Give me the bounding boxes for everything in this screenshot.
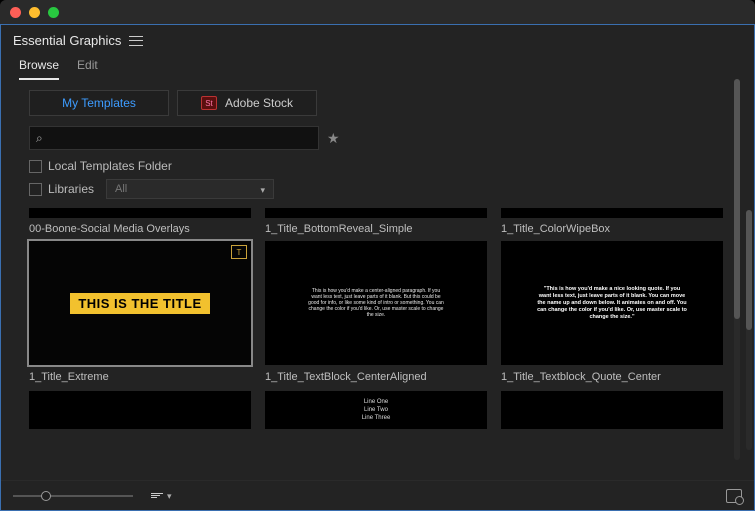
folder-strip[interactable] [29,208,251,218]
grid-scrollbar[interactable] [746,210,752,450]
local-folder-row: Local Templates Folder [1,156,754,176]
source-tabs: My Templates St Adobe Stock [1,80,754,122]
search-row: ⌕ ★ [1,122,754,156]
template-thumb-extreme[interactable]: T THIS IS THE TITLE [29,241,251,365]
subtab-my-templates-label: My Templates [62,96,136,110]
folder-label: 00-Boone-Social Media Overlays [29,220,251,239]
thumb-preview-text: THIS IS THE TITLE [70,293,209,314]
sort-icon [151,493,163,498]
sort-button[interactable]: ▾ [151,490,172,501]
chevron-down-icon: ▾ [167,491,172,502]
panel-scrollbar[interactable] [734,79,740,460]
panel-title: Essential Graphics [13,33,121,48]
mac-titlebar [0,0,755,24]
chevron-down-icon: ▾ [261,185,266,196]
tab-browse[interactable]: Browse [19,54,59,80]
template-label: 1_Title_Extreme [29,367,251,389]
search-icon: ⌕ [36,131,43,146]
folder-label: 1_Title_BottomReveal_Simple [265,220,487,239]
essential-graphics-panel: Essential Graphics Browse Edit My Templa… [0,24,755,511]
template-thumb-partial[interactable]: Line One Line Two Line Three [265,391,487,429]
template-thumb-center-aligned[interactable]: This is how you'd make a center-aligned … [265,241,487,365]
panel-scroll-thumb[interactable] [734,79,740,319]
panel-footer: ▾ [1,480,754,510]
search-box[interactable]: ⌕ [29,126,319,150]
libraries-filter-value: All [115,183,127,195]
template-label: 1_Title_Textblock_Quote_Center [501,367,723,389]
subtab-adobe-stock-label: Adobe Stock [225,96,293,110]
thumb-preview-text: "This is how you'd make a nice looking q… [537,286,687,321]
favorites-filter-icon[interactable]: ★ [327,130,340,147]
subtab-adobe-stock[interactable]: St Adobe Stock [177,90,317,116]
folder-label: 1_Title_ColorWipeBox [501,220,723,239]
window-close-button[interactable] [10,7,21,18]
libraries-row: Libraries All ▾ [1,176,754,202]
libraries-checkbox[interactable] [29,183,42,196]
tab-edit[interactable]: Edit [77,54,98,80]
local-folder-checkbox[interactable] [29,160,42,173]
subtab-my-templates[interactable]: My Templates [29,90,169,116]
window-minimize-button[interactable] [29,7,40,18]
new-item-button[interactable] [726,489,742,503]
thumb-preview-text: This is how you'd make a center-aligned … [306,288,446,318]
search-input[interactable] [49,131,312,145]
libraries-filter-dropdown[interactable]: All ▾ [106,179,274,199]
libraries-label: Libraries [48,182,94,196]
panel-menu-icon[interactable] [129,36,143,46]
template-label: 1_Title_TextBlock_CenterAligned [265,367,487,389]
grid-scroll-thumb[interactable] [746,210,752,330]
adobe-stock-badge-icon: St [201,96,217,110]
window-zoom-button[interactable] [48,7,59,18]
thumb-preview-text: Line One Line Two Line Three [362,398,391,422]
panel-header: Essential Graphics [1,25,754,52]
local-folder-label: Local Templates Folder [48,159,172,173]
folder-strip[interactable] [501,208,723,218]
template-thumb-partial[interactable] [501,391,723,429]
mogrt-badge-icon: T [231,245,247,259]
thumbnail-zoom-slider[interactable] [13,495,133,497]
template-grid: 00-Boone-Social Media Overlays 1_Title_B… [1,202,754,480]
folder-strip[interactable] [265,208,487,218]
template-thumb-quote-center[interactable]: "This is how you'd make a nice looking q… [501,241,723,365]
template-thumb-partial[interactable] [29,391,251,429]
panel-tabs: Browse Edit [1,52,754,80]
zoom-handle[interactable] [41,491,51,501]
app-window: Essential Graphics Browse Edit My Templa… [0,0,755,511]
